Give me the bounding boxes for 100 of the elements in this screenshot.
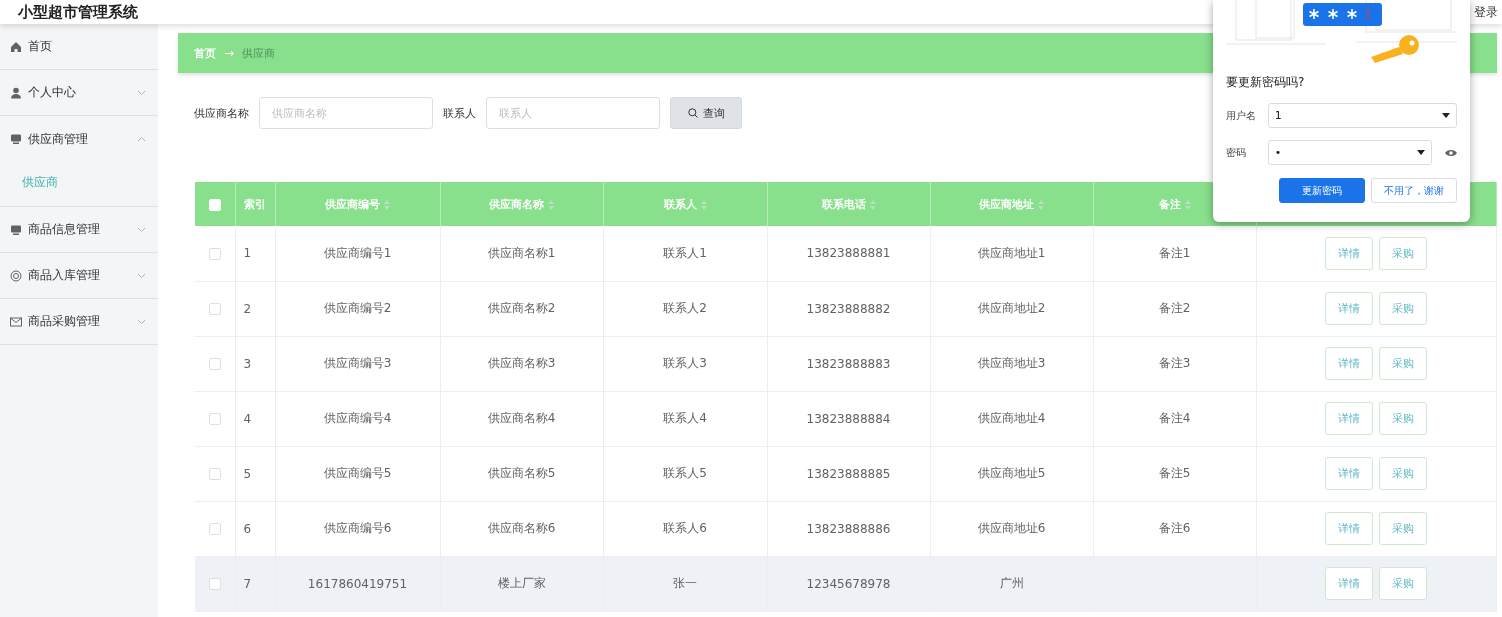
sidebar-item[interactable]: 商品信息管理 [0, 207, 158, 253]
search-field[interactable]: 供应商名称 [259, 97, 433, 129]
field-label: 供应商名称 [194, 105, 249, 121]
breadcrumb-separator: → [224, 46, 235, 60]
sort-icon[interactable] [548, 199, 554, 210]
table-cell: 供应商编号1 [323, 245, 392, 260]
table-cell: 联系人2 [663, 301, 707, 315]
details-button[interactable]: 详情 [1325, 236, 1374, 270]
sort-icon[interactable] [1038, 199, 1044, 210]
column-header[interactable]: 联系电话 [821, 197, 876, 211]
caret-icon [1442, 113, 1450, 118]
update-password-button[interactable]: 更新密码 [1279, 178, 1365, 203]
table-cell: 13823888886 [806, 521, 891, 536]
dismiss-button[interactable]: 不用了，谢谢 [1371, 178, 1457, 203]
sidebar-item[interactable]: 个人中心 [0, 70, 158, 116]
table-cell: 备注3 [1158, 356, 1191, 370]
table-cell: 楼上厂家 [497, 576, 546, 590]
login-link[interactable]: 登录 [1474, 5, 1498, 19]
table-cell: 供应商地址2 [977, 301, 1046, 315]
chevron-down-icon [137, 89, 146, 96]
home-icon [10, 40, 22, 53]
chevron-down-icon [137, 272, 146, 279]
table-cell: 联系人6 [663, 521, 707, 535]
sidebar-item[interactable]: 供应商管理 [0, 116, 158, 162]
purchase-button[interactable]: 采购 [1379, 402, 1428, 435]
select-field[interactable]: 1 [1267, 103, 1457, 128]
details-button[interactable]: 详情 [1325, 292, 1374, 325]
table-cell: 供应商名称2 [487, 301, 556, 315]
table-cell: 13823888881 [806, 246, 891, 261]
breadcrumb-item: 供应商 [242, 45, 276, 61]
details-button[interactable]: 详情 [1325, 512, 1374, 545]
table-cell: 供应商名称6 [487, 521, 556, 535]
table-cell: 广州 [999, 576, 1024, 590]
sidebar-item[interactable]: 商品采购管理 [0, 299, 158, 345]
checkbox[interactable] [208, 358, 221, 370]
purchase-button[interactable]: 采购 [1379, 457, 1428, 490]
details-button[interactable]: 详情 [1325, 347, 1374, 380]
sort-icon[interactable] [700, 199, 707, 210]
table-cell: 供应商名称5 [487, 466, 556, 480]
table-cell: 备注4 [1158, 411, 1191, 425]
purchase-button[interactable]: 采购 [1379, 567, 1428, 600]
sort-icon[interactable] [869, 199, 876, 210]
caret-icon [1417, 150, 1426, 155]
table-cell: 6 [243, 521, 252, 536]
table-cell: 7 [243, 576, 252, 591]
table-cell: 供应商名称1 [487, 245, 556, 260]
sidebar-subitem[interactable]: 供应商 [0, 162, 158, 202]
chevron-up-icon [137, 136, 146, 142]
chevron-down-icon [137, 318, 146, 325]
checkbox[interactable] [208, 303, 221, 315]
sort-icon[interactable] [1184, 199, 1191, 210]
app-title: 小型超市管理系统 [18, 3, 138, 21]
table-cell: 13823888883 [806, 356, 891, 371]
column-header[interactable]: 供应商编号 [325, 197, 390, 211]
search-field[interactable]: 联系人 [486, 97, 660, 129]
sidebar-item[interactable]: 商品入库管理 [0, 253, 158, 299]
select-field[interactable]: • [1267, 140, 1433, 165]
details-button[interactable]: 详情 [1325, 567, 1374, 600]
column-header[interactable]: 备注 [1158, 197, 1191, 211]
checkbox[interactable] [208, 468, 221, 480]
checkbox[interactable] [208, 413, 221, 425]
table-cell: 备注6 [1158, 521, 1191, 535]
purchase-button[interactable]: 采购 [1379, 512, 1428, 545]
table-cell: 供应商地址4 [977, 411, 1046, 425]
chevron-down-icon [137, 226, 146, 233]
table-cell: 1 [243, 246, 252, 261]
monitor-icon [10, 223, 22, 236]
table-cell: 备注5 [1158, 466, 1191, 480]
sidebar-item[interactable]: 首页 [0, 24, 158, 70]
search-button[interactable]: 查询 [670, 97, 742, 129]
checkbox[interactable] [208, 523, 221, 535]
purchase-button[interactable]: 采购 [1379, 347, 1428, 380]
column-header[interactable]: 供应商名称 [489, 197, 554, 211]
table-cell: 供应商地址1 [977, 245, 1046, 260]
table-cell: 供应商名称4 [487, 411, 556, 425]
monitor-icon [10, 133, 22, 145]
checkbox[interactable] [208, 247, 221, 260]
column-header[interactable]: 供应商地址 [979, 197, 1044, 211]
field-label: 用户名 [1226, 108, 1257, 123]
details-button[interactable]: 详情 [1325, 457, 1374, 490]
table-cell: 供应商编号2 [323, 301, 392, 315]
details-button[interactable]: 详情 [1325, 402, 1374, 435]
eye-icon[interactable] [1445, 148, 1457, 157]
table-cell: 3 [243, 356, 252, 371]
table-cell: 4 [243, 411, 252, 426]
purchase-button[interactable]: 采购 [1379, 292, 1428, 325]
table-cell: 联系人3 [663, 356, 707, 370]
breadcrumb-item[interactable]: 首页 [194, 45, 216, 61]
checkbox[interactable] [208, 578, 221, 590]
table-cell: 13823888885 [806, 466, 891, 481]
purchase-button[interactable]: 采购 [1379, 236, 1428, 270]
table-cell: 联系人4 [663, 411, 707, 425]
column-header[interactable]: 联系人 [663, 197, 707, 211]
table-cell: 供应商编号4 [323, 411, 392, 425]
table-cell: 供应商地址5 [977, 466, 1046, 480]
table-cell: 供应商编号5 [323, 466, 392, 480]
table-cell: 备注1 [1158, 245, 1191, 260]
sort-icon[interactable] [384, 199, 390, 210]
table-cell: 1617860419751 [307, 576, 408, 591]
table-cell: 张一 [673, 576, 697, 590]
